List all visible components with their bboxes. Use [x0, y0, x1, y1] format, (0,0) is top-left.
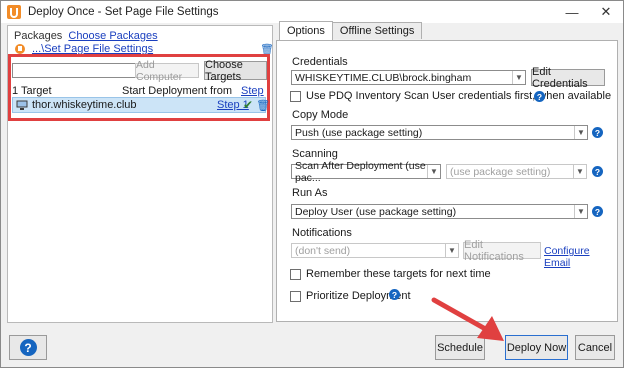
run-as-select[interactable]: Deploy User (use package setting) ▼ — [291, 204, 588, 219]
remove-target-trash-icon[interactable]: 🗑 — [256, 99, 270, 112]
close-icon: ✕ — [600, 4, 612, 19]
help-icon[interactable]: ? — [592, 127, 603, 138]
remember-targets-checkbox[interactable] — [290, 268, 301, 280]
notifications-label: Notifications — [292, 227, 352, 239]
copy-mode-select[interactable]: Push (use package setting) ▼ — [291, 125, 588, 140]
configure-email-link[interactable]: Configure Email — [544, 245, 617, 269]
scanning-value: Scan After Deployment (use pac... — [295, 159, 426, 184]
tab-strip: Options Offline Settings — [279, 21, 423, 40]
run-as-label: Run As — [292, 187, 328, 199]
edit-notifications-button[interactable]: Edit Notifications — [463, 239, 541, 263]
chevron-down-icon: ▼ — [573, 165, 586, 178]
chevron-down-icon: ▼ — [574, 126, 587, 139]
remember-targets-label: Remember these targets for next time — [306, 268, 491, 280]
pdq-deploy-app-icon — [7, 5, 21, 19]
add-computer-button[interactable]: Add Computer — [135, 59, 199, 83]
scanning-label: Scanning — [292, 148, 338, 160]
use-scan-creds-label: Use PDQ Inventory Scan User credentials … — [306, 90, 612, 102]
scan-profile-value: (use package setting) — [450, 165, 551, 178]
minimize-button[interactable]: — — [557, 1, 587, 23]
target-count: 1 Target — [12, 85, 52, 97]
tab-offline-settings[interactable]: Offline Settings — [331, 22, 423, 39]
help-icon[interactable]: ? — [592, 166, 603, 177]
scanning-select[interactable]: Scan After Deployment (use pac... ▼ — [291, 160, 441, 184]
cancel-button[interactable]: Cancel — [575, 335, 615, 360]
window-title: Deploy Once - Set Page File Settings — [28, 6, 219, 18]
chevron-down-icon: ▼ — [512, 71, 525, 84]
credentials-value: WHISKEYTIME.CLUB\brock.bingham — [295, 71, 472, 84]
credentials-label: Credentials — [292, 56, 348, 68]
schedule-button[interactable]: Schedule — [435, 335, 485, 360]
scan-profile-select[interactable]: (use package setting) ▼ — [446, 164, 587, 179]
use-scan-creds-checkbox[interactable] — [290, 90, 301, 102]
packages-group: Packages Choose Packages ...\Set Page Fi… — [14, 30, 274, 56]
deploy-now-button[interactable]: Deploy Now — [505, 335, 568, 360]
edit-credentials-button[interactable]: Edit Credentials — [531, 66, 605, 90]
choose-targets-button[interactable]: Choose Targets — [204, 59, 267, 83]
run-as-value: Deploy User (use package setting) — [295, 205, 457, 218]
chevron-down-icon: ▼ — [574, 205, 587, 218]
help-icon[interactable]: ? — [592, 206, 603, 217]
options-panel: Credentials WHISKEYTIME.CLUB\brock.bingh… — [276, 40, 618, 322]
packages-label: Packages — [14, 30, 63, 42]
help-icon[interactable]: ? — [389, 289, 400, 300]
computer-icon — [16, 100, 28, 110]
credentials-select[interactable]: WHISKEYTIME.CLUB\brock.bingham ▼ — [291, 70, 526, 85]
choose-packages-link[interactable]: Choose Packages — [68, 30, 157, 42]
prioritize-checkbox[interactable] — [290, 290, 301, 302]
use-scan-creds-row[interactable]: Use PDQ Inventory Scan User credentials … — [290, 90, 611, 102]
deploy-once-window: Deploy Once - Set Page File Settings — ✕… — [0, 0, 624, 368]
copy-mode-value: Push (use package setting) — [295, 126, 423, 139]
start-deployment-from-label: Start Deployment from — [122, 85, 233, 97]
help-icon: ? — [19, 339, 37, 356]
target-row[interactable]: thor.whiskeytime.club Step 1 ✔ 🗑 — [12, 97, 270, 113]
tab-options[interactable]: Options — [279, 21, 333, 40]
close-button[interactable]: ✕ — [591, 1, 621, 23]
help-icon[interactable]: ? — [534, 91, 545, 102]
chevron-down-icon: ▼ — [427, 165, 440, 178]
notifications-value: (don't send) — [295, 244, 351, 257]
target-actions: ✔ 🗑 — [243, 98, 270, 112]
title-bar: Deploy Once - Set Page File Settings — ✕ — [1, 1, 623, 23]
chevron-down-icon: ▼ — [445, 244, 458, 257]
help-button[interactable]: ? — [9, 335, 47, 360]
minimize-icon: — — [565, 4, 579, 20]
notifications-select[interactable]: (don't send) ▼ — [291, 243, 459, 258]
targets-header: 1 Target Start Deployment from Step 1 — [12, 85, 266, 109]
check-icon: ✔ — [243, 98, 254, 112]
remember-targets-row[interactable]: Remember these targets for next time — [290, 268, 491, 280]
copy-mode-label: Copy Mode — [292, 109, 349, 121]
target-name-input[interactable] — [12, 63, 136, 78]
target-name: thor.whiskeytime.club — [32, 99, 137, 111]
